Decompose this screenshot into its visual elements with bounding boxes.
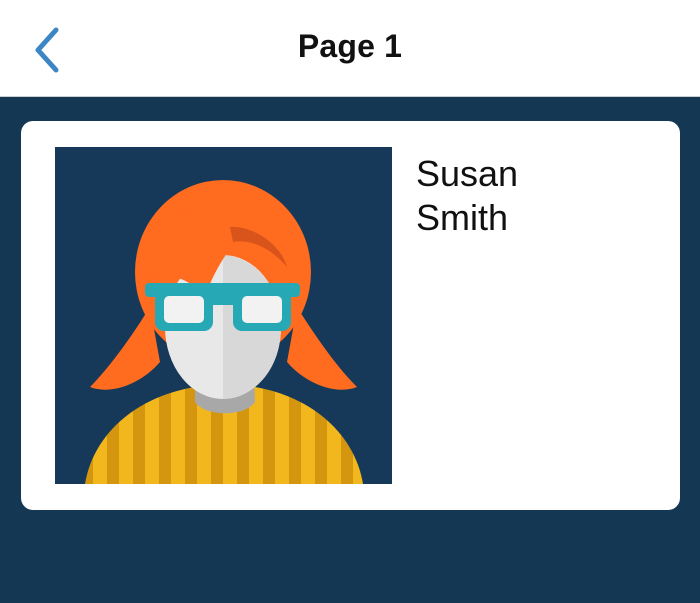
- contact-name: Susan Smith: [416, 152, 518, 240]
- last-name: Smith: [416, 197, 509, 238]
- avatar: [55, 147, 392, 484]
- page-title: Page 1: [297, 28, 403, 64]
- contact-card[interactable]: Susan Smith: [21, 121, 680, 510]
- navigation-bar: Page 1: [0, 0, 700, 97]
- first-name: Susan: [416, 153, 519, 194]
- female-avatar-icon: [55, 147, 392, 484]
- content-area: Susan Smith: [0, 97, 700, 603]
